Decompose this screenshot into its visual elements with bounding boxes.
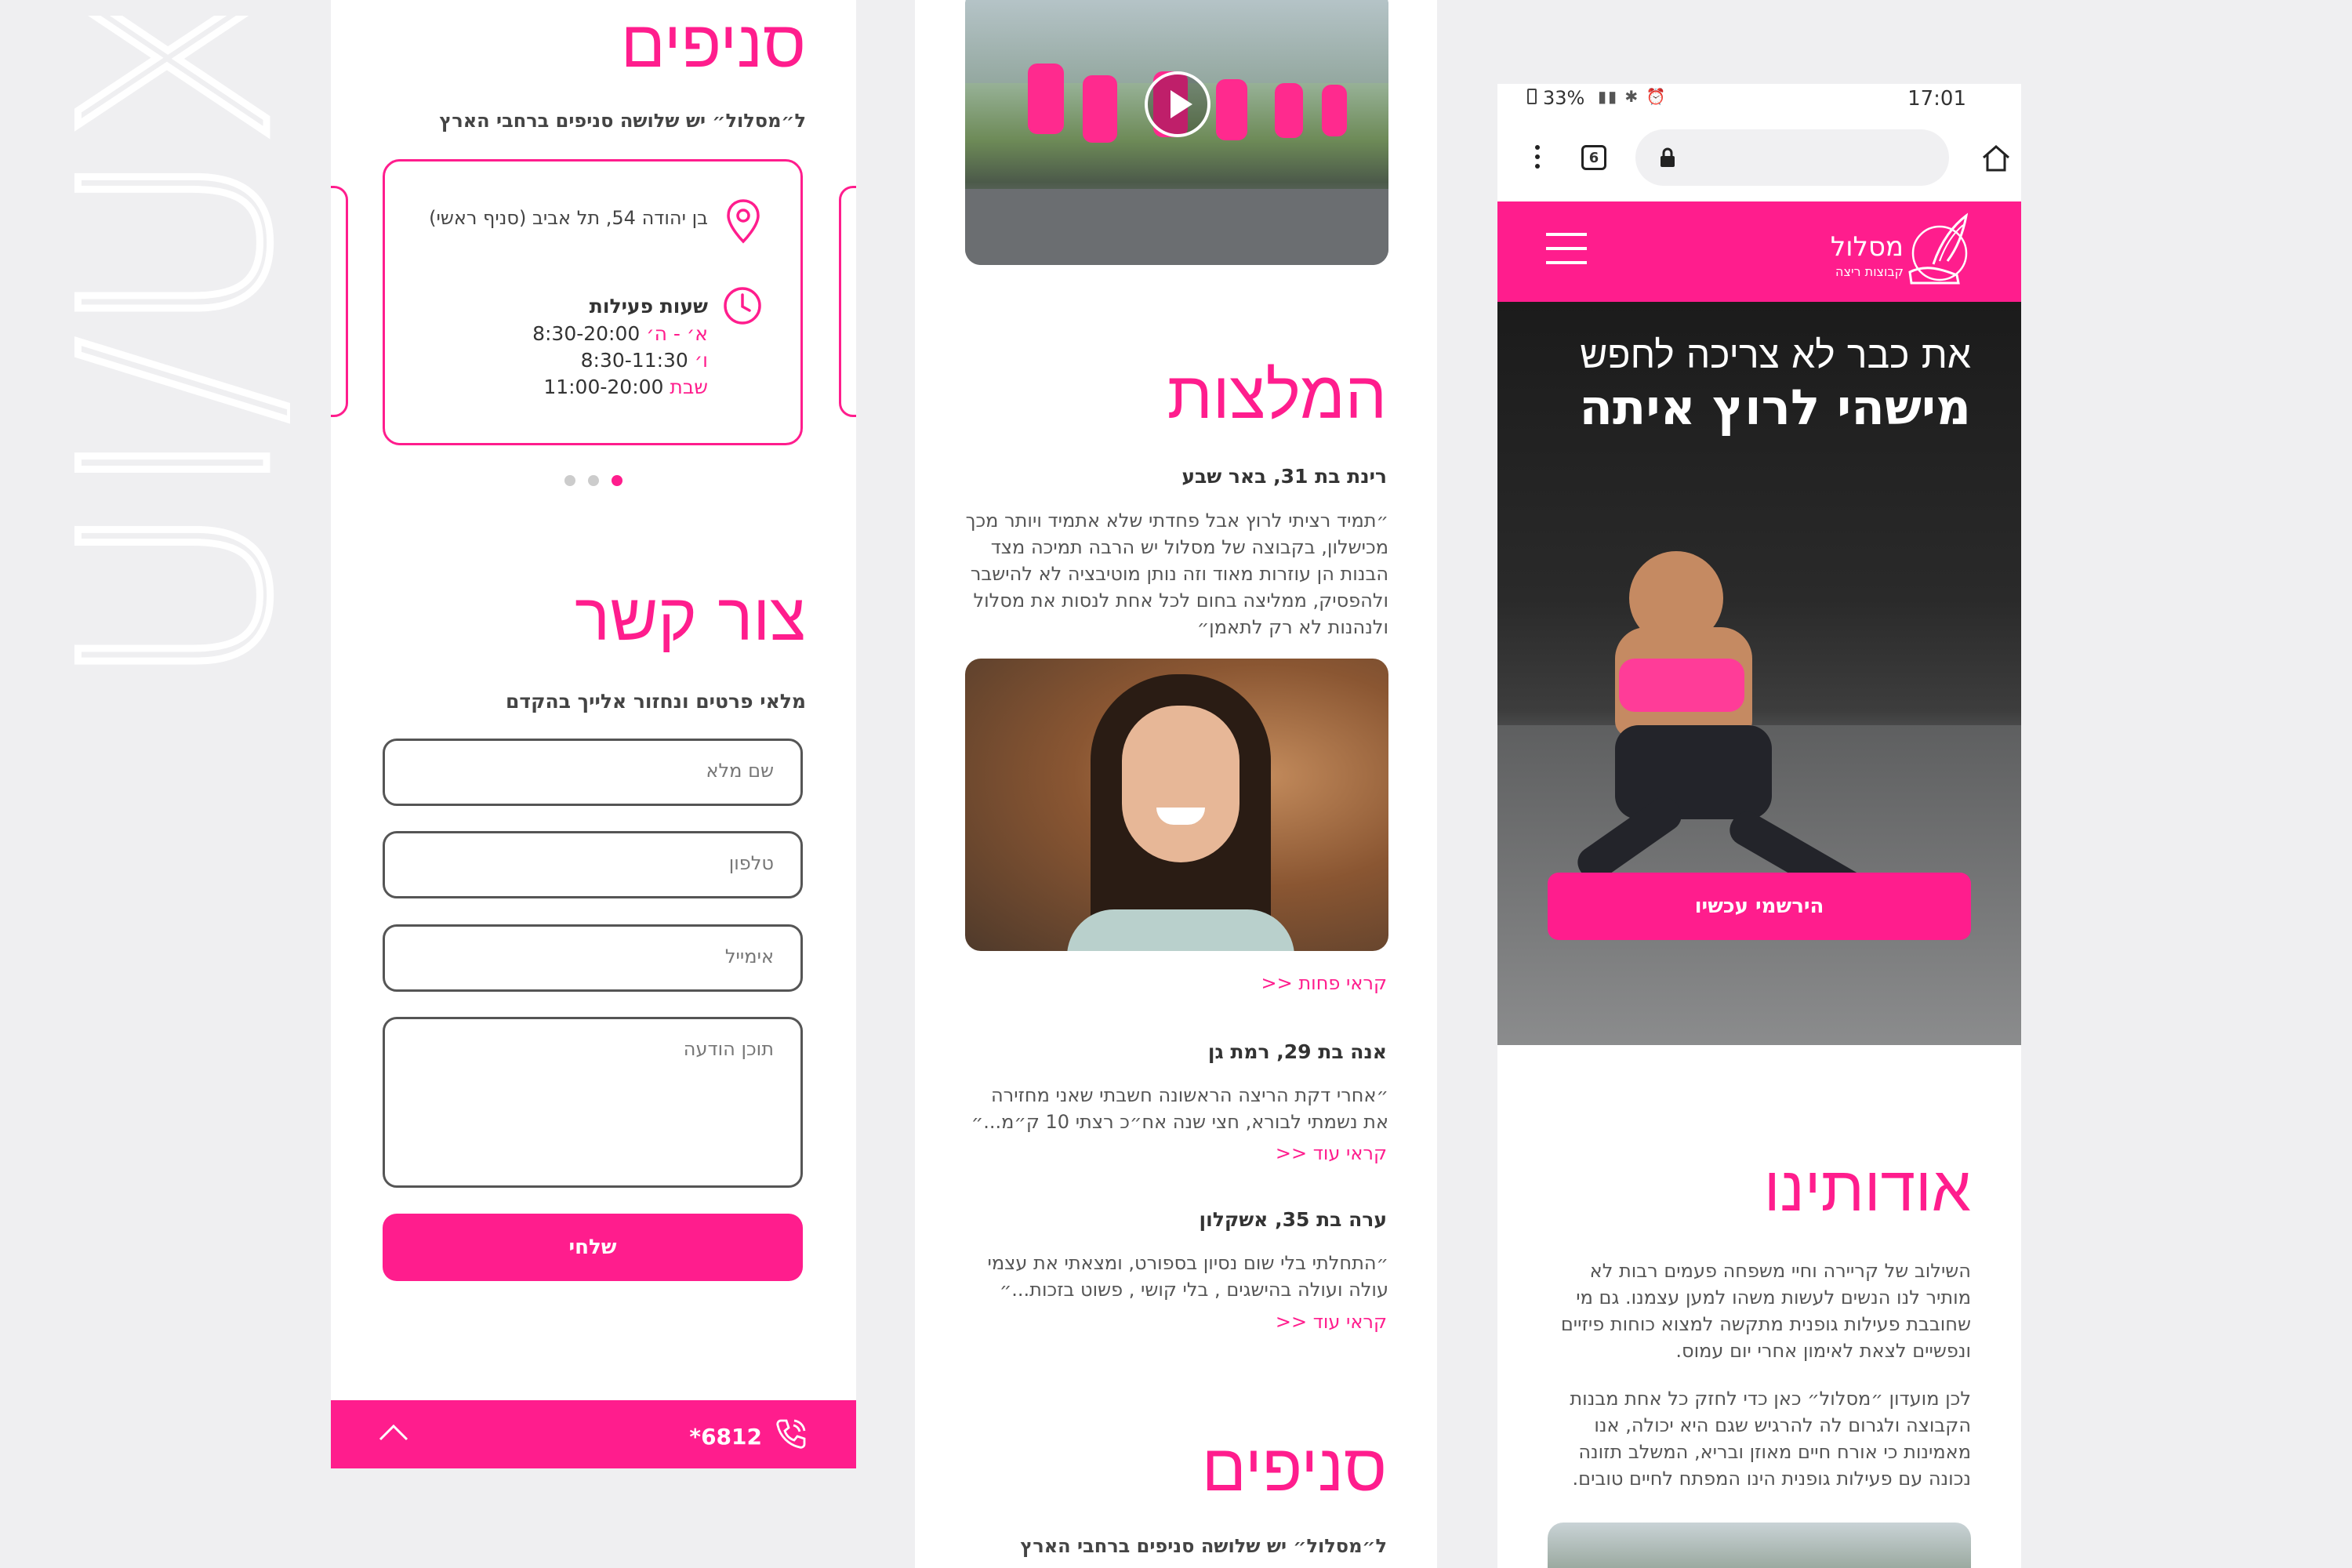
signal-icons: ▮▮ ✱ ⏰: [1598, 87, 1668, 106]
battery-icon: [1527, 89, 1537, 104]
face: [1122, 706, 1240, 862]
testimonial-quote: ״אחרי דקת הריצה הראשונה חשבתי שאני מחזיר…: [971, 1084, 1388, 1133]
about-paragraph-1: השילוב של קריירה וחיי משפחה פעמים רבות ל…: [1560, 1260, 1971, 1362]
screen-testimonials: המלצות רינת בת 31, באר שבע ״תמיד רציתי ל…: [915, 0, 1437, 1568]
contact-title: צור קשר: [575, 579, 806, 655]
location-pin-icon: [727, 199, 760, 244]
send-button[interactable]: שלחי: [383, 1214, 803, 1281]
about-paragraph-2: לכן מועדון ״מסלול״ כאן כדי לחזק כל אחת מ…: [1570, 1388, 1971, 1490]
hours-row: שבת 11:00-20:00: [543, 376, 708, 398]
read-less-link[interactable]: קראי פחות <<: [1261, 972, 1387, 994]
clock-icon: [724, 287, 761, 325]
contact-subtitle: מלאי פרטים ונחזור אלייך בהקדם: [506, 690, 806, 713]
phone-icon[interactable]: [773, 1416, 809, 1452]
runner: [1322, 85, 1347, 136]
play-icon[interactable]: [1142, 69, 1213, 140]
next-branch-card[interactable]: [839, 186, 856, 417]
carousel-dot[interactable]: [588, 475, 599, 486]
about-photo: [1548, 1523, 1971, 1568]
hamburger-menu-icon[interactable]: [1546, 233, 1587, 267]
lock-icon: [1661, 147, 1675, 167]
hours-list: א׳ - ה׳ 8:30-20:00 ו׳ 8:30-11:30 שבת 11:…: [532, 321, 708, 401]
runner: [1083, 75, 1117, 143]
uiux-wordmark: UI/UX: [31, 16, 290, 690]
branches-title: סניפים: [620, 5, 806, 82]
footer-phone[interactable]: *6812: [689, 1424, 762, 1450]
logo-subtitle: קבוצות ריצה: [1835, 264, 1904, 279]
hero-line-1: את כבר לא צריכה לחפש: [1580, 333, 1971, 377]
scroll-up-icon[interactable]: [378, 1422, 409, 1443]
name-placeholder: שם מלא: [706, 760, 774, 782]
home-icon[interactable]: [1980, 143, 2012, 173]
clock-time: 17:01: [1907, 87, 1966, 111]
hours-title: שעות פעילות: [589, 295, 708, 318]
email-field[interactable]: אימייל: [383, 924, 803, 992]
runner: [1028, 64, 1064, 134]
testimonial-name: ערה בת 35, אשקלון: [1199, 1208, 1387, 1231]
testimonial-name: אנה בת 29, רמת גן: [1207, 1040, 1387, 1063]
about-title: אודותינו: [1763, 1152, 1971, 1225]
runner: [1275, 83, 1303, 138]
testimonial-quote: ״התחלתי בלי שום נסיון בספורט, ומצאתי את …: [987, 1252, 1389, 1301]
hero-section: את כבר לא צריכה לחפש מישהי לרוץ איתה היר…: [1497, 302, 2021, 1045]
path: [965, 189, 1388, 265]
branch-card[interactable]: בן יהודה 54, תל אביב (סניף ראשי) שעות פע…: [383, 159, 803, 445]
winged-shoe-logo-icon[interactable]: [1902, 209, 1973, 294]
hero-line-2: מישהי לרוץ איתה: [1579, 379, 1971, 436]
logo-name[interactable]: מסלול: [1831, 231, 1904, 263]
testimonial-photo: [965, 659, 1388, 951]
uiux-text: UI/UX: [31, 16, 290, 690]
runner: [1216, 79, 1247, 140]
name-field[interactable]: שם מלא: [383, 739, 803, 806]
message-field[interactable]: תוכן הודעה: [383, 1017, 803, 1188]
runners-video-thumbnail[interactable]: [965, 0, 1388, 265]
prev-branch-card[interactable]: [331, 186, 348, 417]
tabs-count-button[interactable]: 6: [1581, 145, 1606, 170]
hours-row: א׳ - ה׳ 8:30-20:00: [532, 322, 708, 345]
read-more-link[interactable]: קראי עוד <<: [1276, 1142, 1387, 1164]
message-placeholder: תוכן הודעה: [683, 1038, 774, 1060]
menu-dots-icon[interactable]: [1535, 145, 1540, 172]
battery-level: 33%: [1543, 87, 1585, 109]
screen-contact: סניפים ל״מסלול״ יש שלושה סניפים ברחבי הא…: [331, 0, 856, 1468]
register-now-button[interactable]: הירשמי עכשיו: [1548, 873, 1971, 940]
branches-subtitle: ל״מסלול״ יש שלושה סניפים ברחבי הארץ: [439, 110, 806, 132]
branches-subtitle: ל״מסלול״ יש שלושה סניפים ברחבי הארץ: [1020, 1535, 1387, 1557]
screen-home-mobile: 33% ▮▮ ✱ ⏰ 17:01 6 מסלול קבוצות ריצה את …: [1497, 84, 2021, 1568]
hours-row: ו׳ 8:30-11:30: [580, 349, 708, 372]
carousel-dot[interactable]: [564, 475, 575, 486]
testimonial-name: רינת בת 31, באר שבע: [1181, 465, 1387, 488]
phone-field[interactable]: טלפון: [383, 831, 803, 898]
testimonial-quote: ״תמיד רציתי לרוץ אבל פחדתי שלא אתמיד ויו…: [965, 510, 1388, 638]
read-more-link[interactable]: קראי עוד <<: [1276, 1311, 1387, 1333]
shirt: [1067, 909, 1294, 951]
site-header: מסלול קבוצות ריצה: [1497, 201, 2021, 302]
url-bar[interactable]: [1635, 129, 1949, 186]
runner-hips: [1615, 725, 1772, 819]
browser-toolbar: 6: [1497, 123, 2021, 201]
recommendations-title: המלצות: [1167, 357, 1387, 434]
branches-title: סניפים: [1201, 1429, 1387, 1506]
phone-placeholder: טלפון: [728, 852, 774, 874]
branch-address: בן יהודה 54, תל אביב (סניף ראשי): [429, 207, 708, 229]
carousel-dot-active[interactable]: [612, 475, 622, 486]
runner-top: [1619, 659, 1744, 712]
status-bar: 33% ▮▮ ✱ ⏰ 17:01: [1497, 84, 2021, 123]
email-placeholder: אימייל: [724, 946, 774, 967]
bottom-bar: *6812: [331, 1400, 856, 1468]
